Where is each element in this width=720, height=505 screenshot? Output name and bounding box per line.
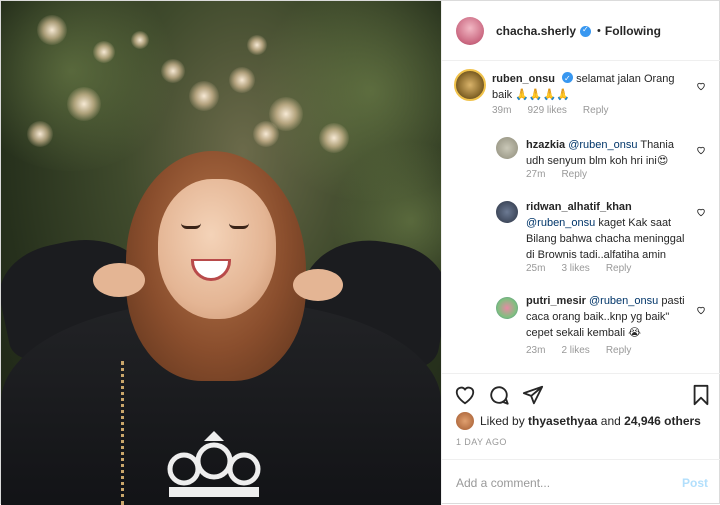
verified-badge-icon (580, 25, 592, 37)
separator-dot: • (597, 24, 601, 37)
post-photo[interactable] (1, 1, 441, 505)
like-comment-heart-icon[interactable] (696, 145, 706, 155)
bokeh-light (229, 67, 255, 93)
comment-reply-item: putri_mesir @ruben_onsu pasti caca orang… (442, 293, 712, 373)
comment-body: ruben_onsu selamat jalan Orang baik 🙏🙏🙏🙏 (492, 71, 692, 103)
author-username[interactable]: chacha.sherly (496, 24, 576, 38)
reply-button[interactable]: Reply (606, 345, 632, 356)
comment-mention[interactable]: @ruben_onsu (526, 217, 595, 229)
comment-likes[interactable]: 3 likes (561, 263, 589, 274)
liked-by-others[interactable]: 24,946 others (624, 414, 701, 428)
comment-mention[interactable]: @ruben_onsu (568, 139, 637, 151)
bokeh-light (67, 87, 101, 121)
comment-bubble-icon[interactable] (488, 384, 510, 406)
like-heart-icon[interactable] (454, 384, 476, 406)
bokeh-light (131, 31, 149, 49)
comment-mention[interactable]: @ruben_onsu (589, 295, 658, 307)
comment-avatar[interactable] (454, 69, 486, 101)
bag-chain (121, 361, 151, 505)
bokeh-light (319, 123, 349, 153)
reply-button[interactable]: Reply (583, 105, 609, 116)
hoodie-print (167, 431, 261, 497)
comment-meta: 27m Reply (526, 169, 587, 180)
bokeh-light (247, 35, 267, 55)
comment-username[interactable]: ruben_onsu (492, 73, 555, 85)
post-header: chacha.sherly • Following (442, 1, 720, 61)
bokeh-light (37, 15, 67, 45)
right-eye (229, 223, 249, 229)
bokeh-light (189, 81, 219, 111)
comment-time[interactable]: 25m (526, 263, 545, 274)
likes-summary: Liked by thyasethyaa and 24,946 others (456, 411, 701, 431)
face (158, 179, 276, 319)
post-side-panel: chacha.sherly • Following ruben_onsu sel… (441, 1, 720, 505)
bokeh-light (93, 41, 115, 63)
left-hand (93, 263, 145, 297)
author-avatar[interactable] (456, 16, 484, 45)
like-comment-heart-icon[interactable] (696, 305, 706, 315)
comment-username[interactable]: putri_mesir (526, 295, 586, 307)
post-actions-bar (442, 373, 720, 413)
reply-button[interactable]: Reply (561, 169, 587, 180)
instagram-post-modal: chacha.sherly • Following ruben_onsu sel… (0, 0, 720, 505)
liker-avatar[interactable] (456, 412, 474, 430)
comment-avatar[interactable] (496, 137, 518, 159)
comment-meta: 25m 3 likes Reply (526, 263, 631, 274)
comment-body: hzazkia @ruben_onsu Thania udh senyum bl… (526, 137, 694, 169)
comment-time[interactable]: 27m (526, 169, 545, 180)
reply-button[interactable]: Reply (606, 263, 632, 274)
comment-likes[interactable]: 2 likes (561, 345, 589, 356)
verified-badge-icon (562, 71, 574, 87)
comment-body: putri_mesir @ruben_onsu pasti caca orang… (526, 293, 694, 341)
comment-username[interactable]: hzazkia (526, 139, 565, 151)
comment-time[interactable]: 23m (526, 345, 545, 356)
comment-reply-item: hzazkia @ruben_onsu Thania udh senyum bl… (442, 133, 712, 193)
comment-meta: 39m 929 likes Reply (492, 105, 609, 116)
bokeh-light (253, 121, 279, 147)
liked-by-user[interactable]: thyasethyaa (528, 414, 597, 428)
foliage-blur (1, 1, 181, 171)
bokeh-light (27, 121, 53, 147)
comment-username[interactable]: ridwan_alhatif_khan (526, 201, 632, 213)
add-comment-bar: Add a comment... Post (442, 459, 720, 505)
liked-by-prefix: Liked by (480, 414, 525, 428)
following-button[interactable]: Following (605, 24, 661, 38)
left-eye (181, 223, 201, 229)
comment-meta: 23m 2 likes Reply (526, 345, 631, 356)
comment-avatar[interactable] (496, 297, 518, 319)
like-comment-heart-icon[interactable] (696, 81, 706, 91)
like-comment-heart-icon[interactable] (696, 207, 706, 217)
comments-list[interactable]: ruben_onsu selamat jalan Orang baik 🙏🙏🙏🙏… (442, 61, 720, 373)
comment-avatar[interactable] (496, 201, 518, 223)
right-hand (293, 269, 343, 301)
bokeh-light (161, 59, 185, 83)
post-comment-button[interactable]: Post (682, 476, 708, 490)
comment-input[interactable]: Add a comment... (456, 476, 550, 490)
share-send-icon[interactable] (522, 384, 544, 406)
comment-reply-item: ridwan_alhatif_khan @ruben_onsu kaget Ka… (442, 195, 712, 285)
bookmark-save-icon[interactable] (690, 384, 712, 406)
post-date[interactable]: 1 DAY AGO (456, 437, 507, 447)
liked-by-and: and (600, 414, 621, 428)
comment-item: ruben_onsu selamat jalan Orang baik 🙏🙏🙏🙏… (442, 61, 712, 133)
comment-likes[interactable]: 929 likes (527, 105, 566, 116)
comment-time[interactable]: 39m (492, 105, 511, 116)
comment-body: ridwan_alhatif_khan @ruben_onsu kaget Ka… (526, 199, 694, 263)
